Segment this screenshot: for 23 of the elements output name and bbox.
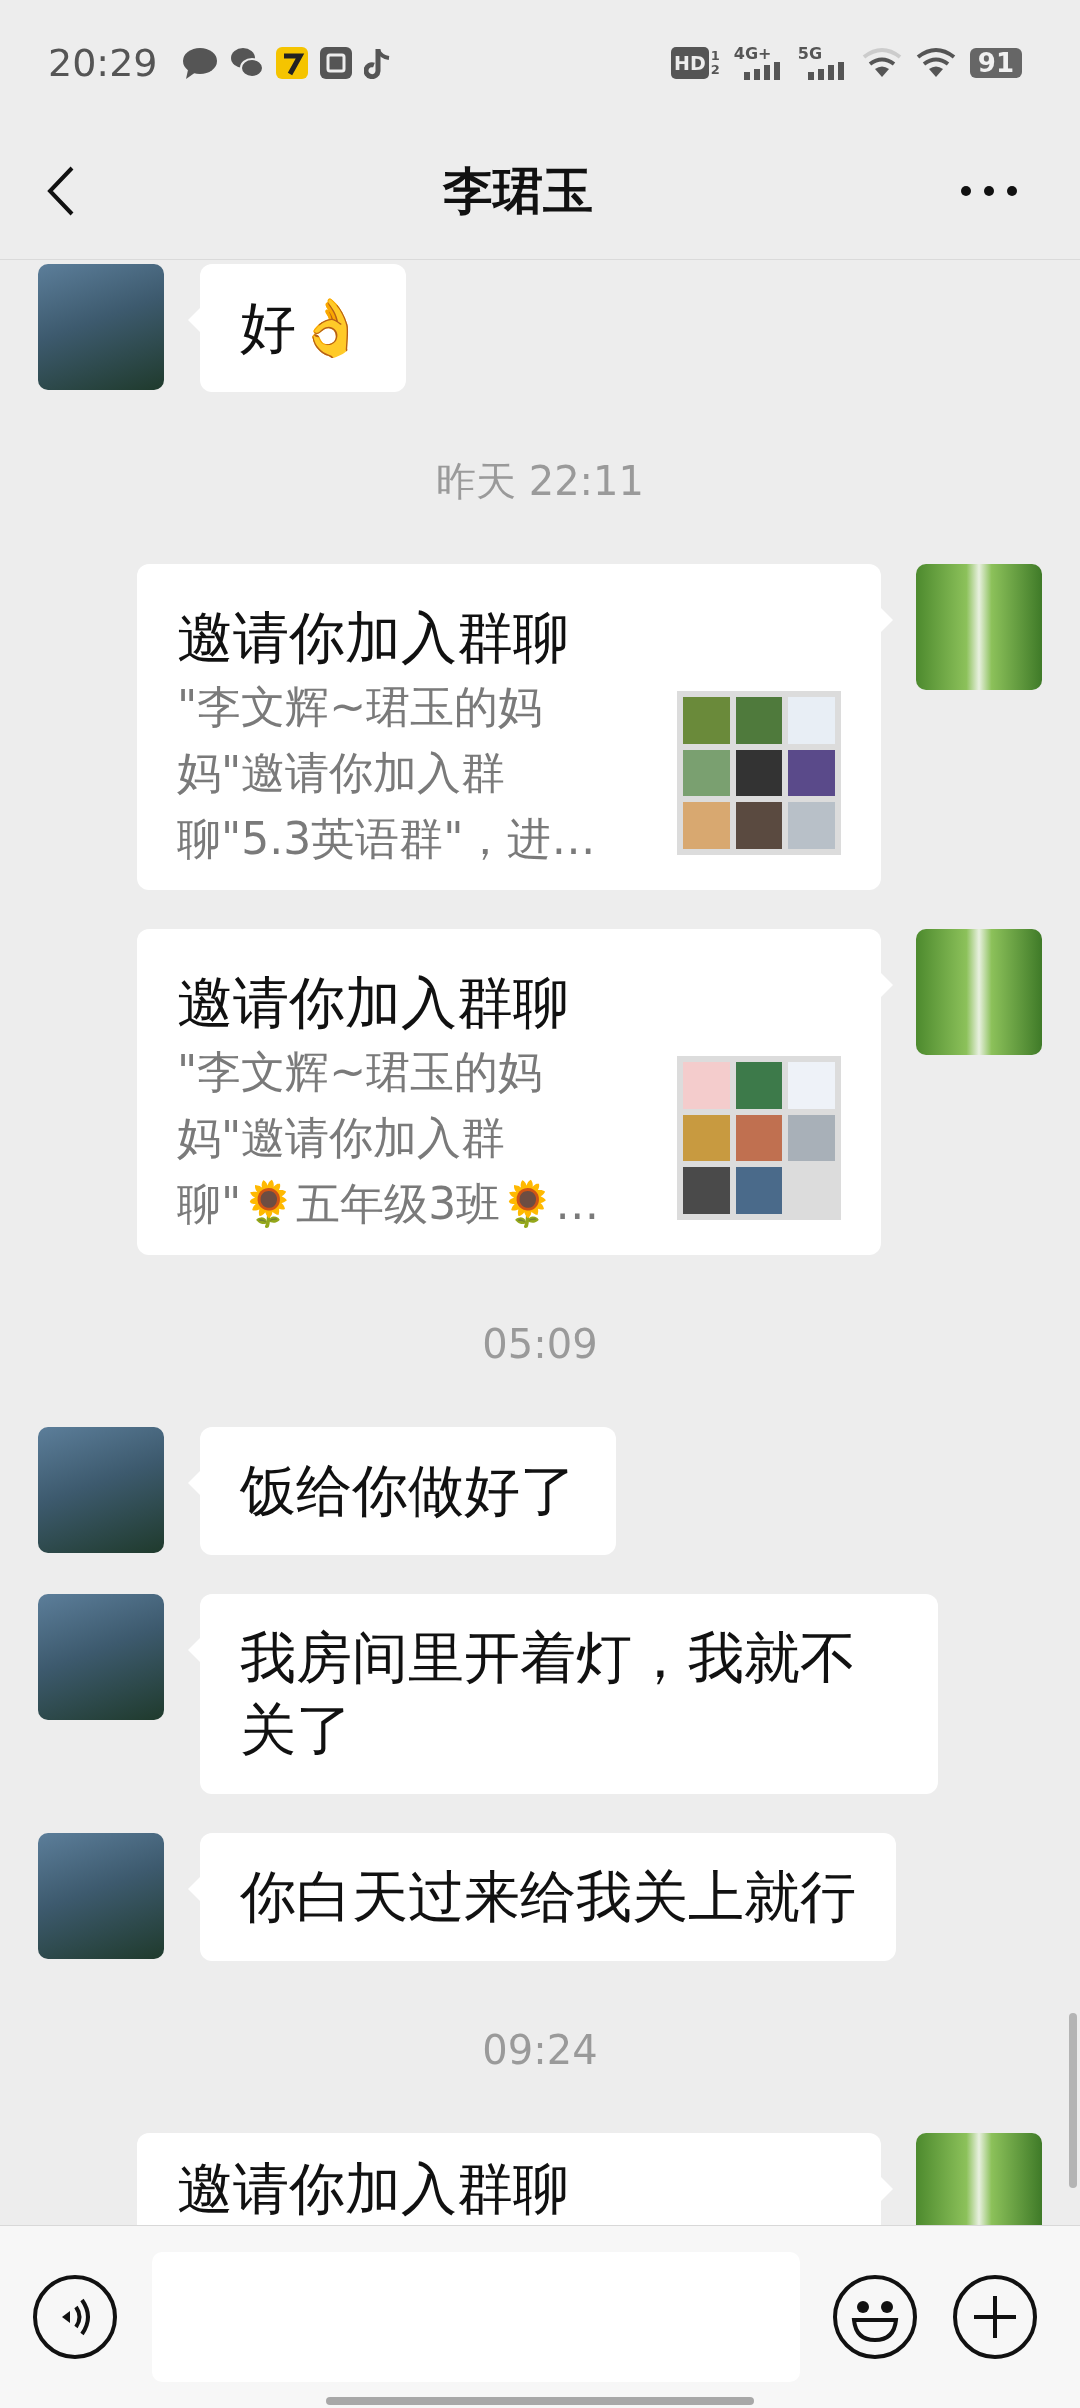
invite-card[interactable]: 邀请你加入群聊 — [137, 2133, 881, 2225]
timestamp: 05:09 — [482, 1320, 598, 1369]
timestamp: 09:24 — [482, 2026, 598, 2075]
sim-number: 1 — [710, 48, 720, 63]
invite-card[interactable]: 邀请你加入群聊 "李文辉~珺玉的妈 妈"邀请你加入群 聊"🌻五年级3班🌻… — [137, 929, 881, 1255]
network-label: 5G — [797, 45, 823, 62]
message-bubble: 饭给你做好了 — [200, 1427, 616, 1555]
card-title: 邀请你加入群聊 — [177, 604, 570, 672]
card-title: 邀请你加入群聊 — [177, 969, 570, 1037]
card-title: 邀请你加入群聊 — [177, 2155, 570, 2223]
sim-number: 2 — [710, 62, 720, 77]
message-bubble: 好👌 — [200, 264, 406, 392]
message-bubble: 我房间里开着灯，我就不关了 — [200, 1594, 938, 1794]
battery-indicator: 91 — [969, 47, 1022, 78]
hd-badge: HD — [671, 46, 709, 79]
invite-card[interactable]: 邀请你加入群聊 "李文辉~珺玉的妈 妈"邀请你加入群 聊"5.3英语群"，进… — [137, 564, 881, 890]
clock-time: 20:29 — [48, 40, 158, 85]
network-label: 4G+ — [733, 45, 772, 62]
message-bubble: 你白天过来给我关上就行 — [200, 1833, 896, 1961]
timestamp: 昨天 22:11 — [436, 457, 644, 506]
card-description: "李文辉~珺玉的妈 妈"邀请你加入群 聊"🌻五年级3班🌻… — [177, 1045, 600, 1231]
chat-title: 李珺玉 — [443, 160, 593, 222]
card-description: "李文辉~珺玉的妈 妈"邀请你加入群 聊"5.3英语群"，进… — [177, 680, 596, 866]
